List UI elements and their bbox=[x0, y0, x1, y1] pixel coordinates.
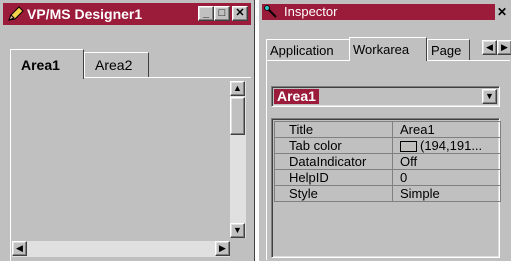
tab-area1[interactable]: Area1 bbox=[10, 49, 84, 79]
property-row[interactable]: Title Area1 bbox=[274, 121, 501, 138]
property-value-tab-color[interactable]: (194,191... bbox=[392, 137, 501, 154]
property-row[interactable]: DataIndicator Off bbox=[274, 153, 501, 170]
horizontal-scrollbar[interactable]: ◀ ▶ bbox=[12, 241, 230, 257]
property-name: DataIndicator bbox=[274, 153, 393, 170]
color-swatch bbox=[400, 140, 417, 152]
scroll-down-icon[interactable]: ▼ bbox=[230, 223, 245, 238]
tab-color-value: (194,191... bbox=[420, 137, 483, 153]
property-row[interactable]: HelpID 0 bbox=[274, 169, 501, 186]
designer-title: VP/MS Designer1 bbox=[27, 6, 143, 22]
property-value[interactable]: 0 bbox=[392, 169, 501, 186]
property-row[interactable]: Tab color (194,191... bbox=[274, 137, 501, 154]
scroll-up-icon[interactable]: ▲ bbox=[230, 81, 245, 96]
tab-workarea[interactable]: Workarea bbox=[349, 37, 427, 61]
property-value[interactable]: Simple bbox=[392, 185, 501, 202]
property-row[interactable]: Style Simple bbox=[274, 185, 501, 202]
close-button[interactable]: ✕ bbox=[232, 6, 248, 21]
scroll-left-icon[interactable]: ◀ bbox=[12, 241, 27, 256]
pencil-icon bbox=[8, 6, 24, 21]
scroll-thumb[interactable] bbox=[230, 97, 245, 135]
property-name: Style bbox=[274, 185, 393, 202]
property-grid: Title Area1 Tab color (194,191... DataIn… bbox=[271, 118, 501, 258]
object-selector[interactable]: Area1 ▼ bbox=[271, 86, 500, 107]
property-name: Title bbox=[274, 121, 393, 138]
scroll-right-icon[interactable]: ▶ bbox=[215, 241, 230, 256]
property-name: Tab color bbox=[274, 137, 393, 154]
dropdown-arrow-icon[interactable]: ▼ bbox=[482, 89, 497, 104]
minimize-button[interactable]: _ bbox=[198, 6, 214, 21]
designer-titlebar[interactable]: VP/MS Designer1 _ □ ✕ bbox=[3, 3, 251, 25]
tab-area2[interactable]: Area2 bbox=[84, 52, 149, 78]
property-value[interactable]: Area1 bbox=[392, 121, 501, 138]
vertical-scrollbar[interactable]: ▲ ▼ bbox=[230, 81, 246, 238]
selected-object: Area1 bbox=[274, 89, 319, 104]
maximize-button[interactable]: □ bbox=[214, 6, 230, 21]
area-canvas[interactable] bbox=[10, 77, 251, 261]
property-name: HelpID bbox=[274, 169, 393, 186]
property-value[interactable]: Off bbox=[392, 153, 501, 170]
designer-window: VP/MS Designer1 _ □ ✕ Area1 Area2 ▲ ▼ ◀ … bbox=[0, 0, 255, 261]
